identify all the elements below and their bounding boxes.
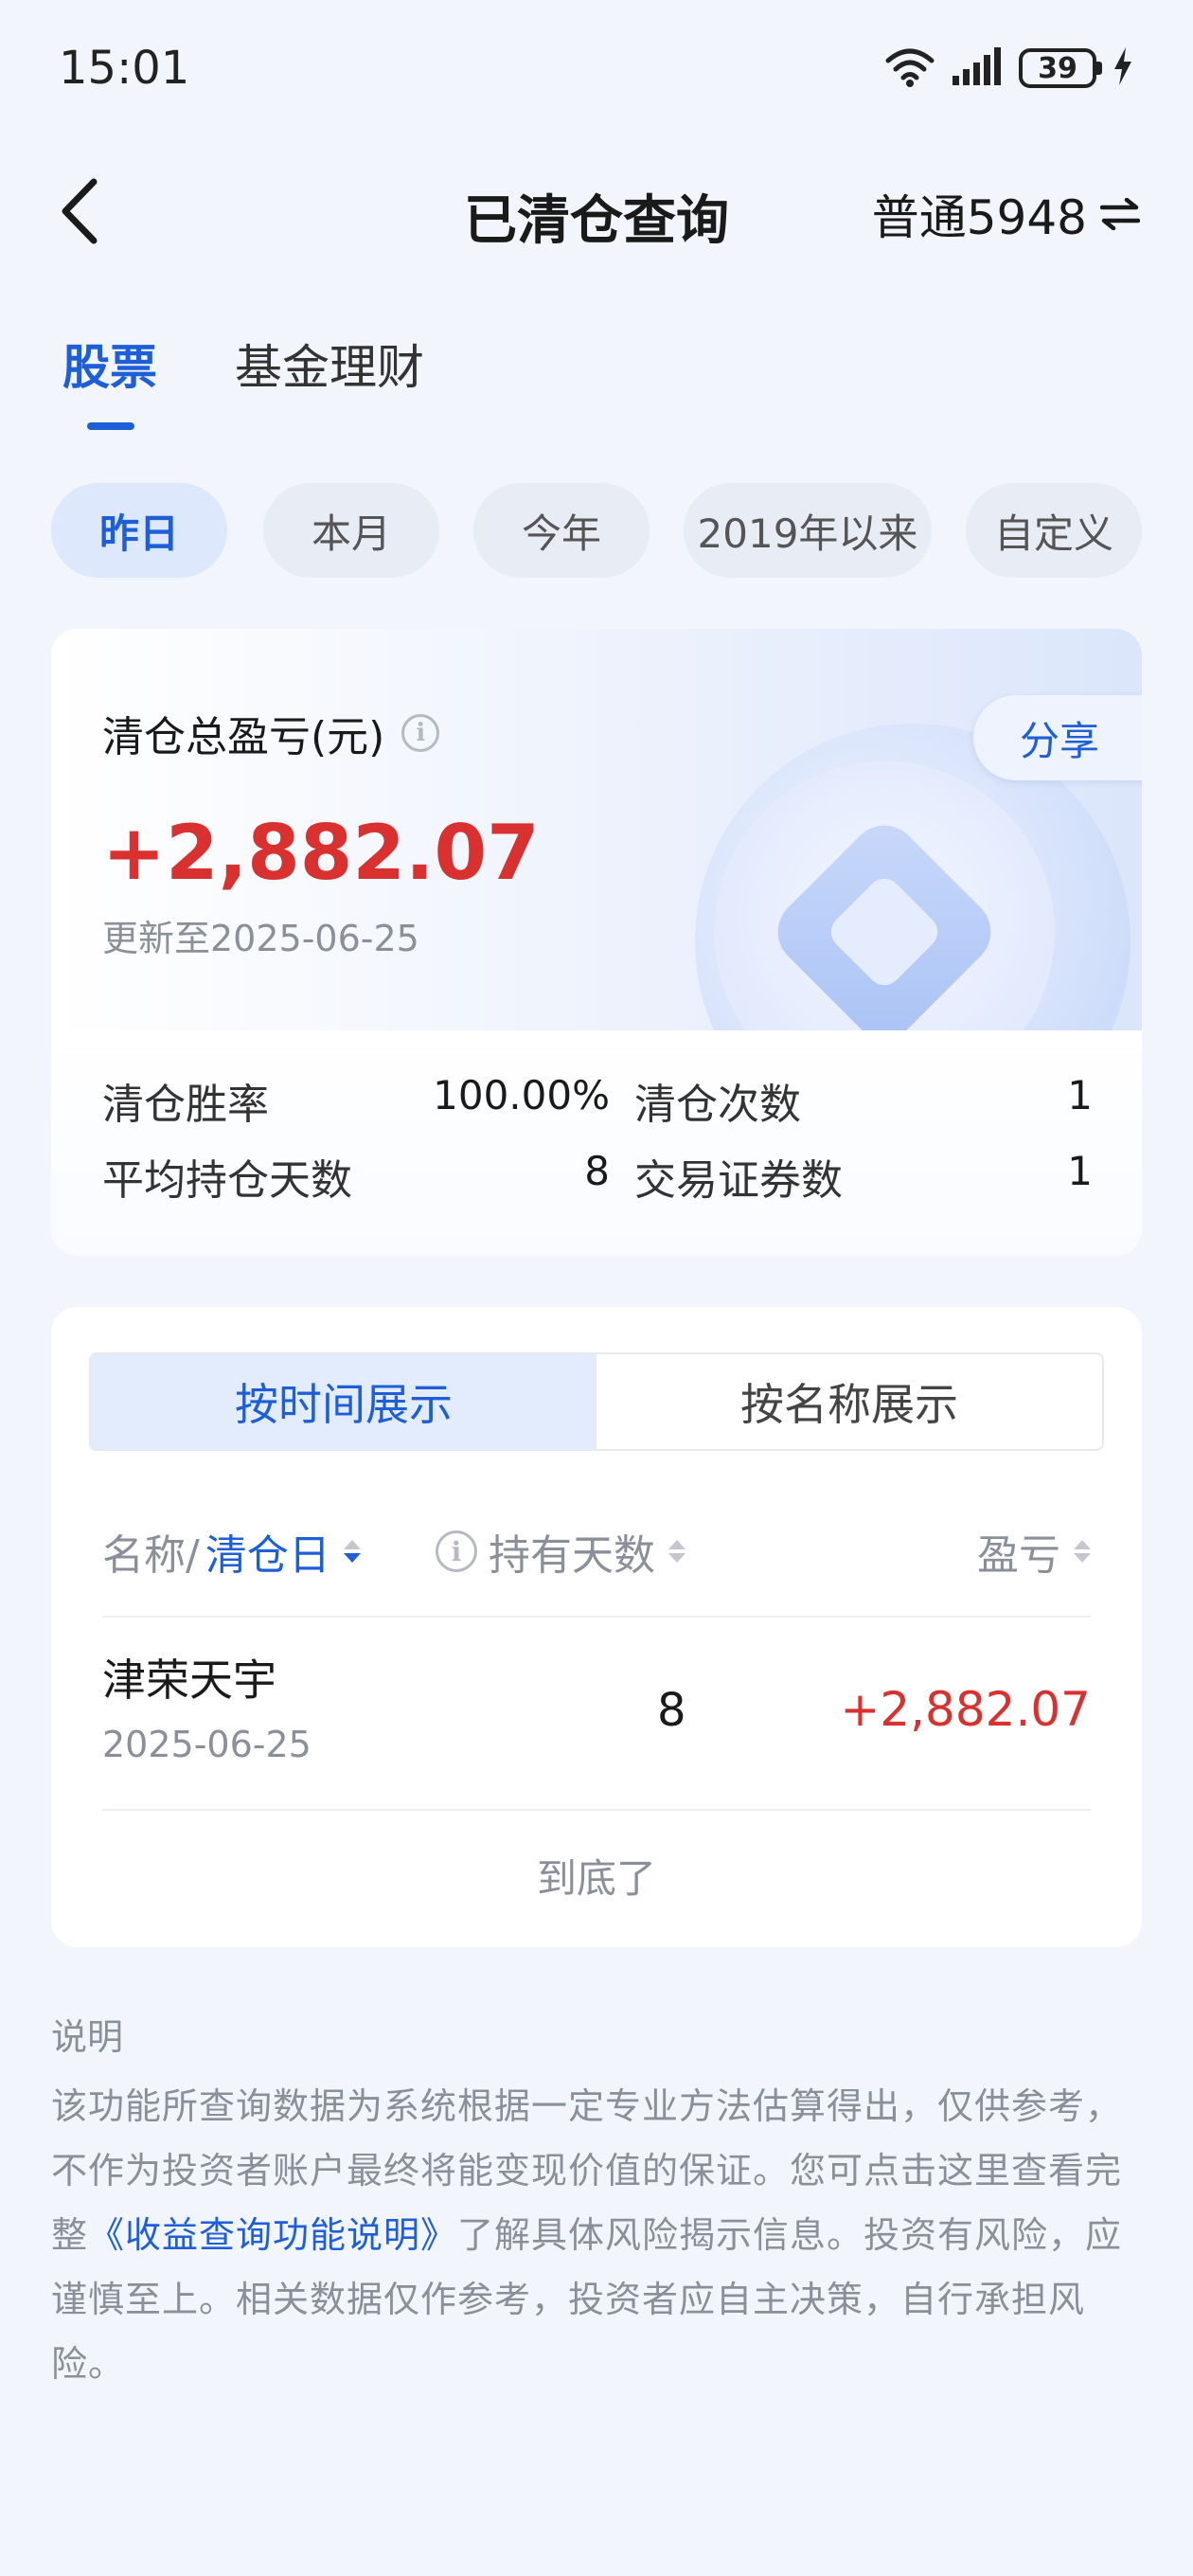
total-pnl-label: 清仓总盈亏(元) [102, 713, 385, 761]
summary-card: 分享 清仓总盈亏(元) i +2,882.07 更新至2025-06-25 清仓… [51, 629, 1142, 1256]
row-stock-name: 津荣天宇 [102, 1655, 276, 1706]
notes-title: 说明 [51, 2016, 124, 2058]
signal-icon [951, 45, 1004, 91]
total-pnl-value: +2,882.07 [102, 809, 540, 897]
wifi-icon [884, 45, 935, 91]
detail-card: 按时间展示 按名称展示 名称/清仓日 i 持有天数 盈亏 津荣天宇 2025-0… [51, 1307, 1142, 1947]
status-time: 15:01 [59, 42, 190, 95]
securities-label: 交易证券数 [634, 1156, 843, 1205]
avg-days-label: 平均持仓天数 [102, 1156, 352, 1205]
sort-icon [668, 1540, 686, 1563]
battery-level: 39 [1038, 51, 1077, 85]
tab-indicator [87, 422, 134, 430]
sort-icon [1074, 1540, 1091, 1563]
col-header-days[interactable]: i 持有天数 [436, 1521, 686, 1582]
tab-stocks[interactable]: 股票 [62, 330, 157, 398]
info-icon[interactable]: i [401, 714, 440, 752]
total-pnl-label-row: 清仓总盈亏(元) i [102, 703, 440, 763]
share-button[interactable]: 分享 [973, 695, 1142, 780]
col-header-name[interactable]: 名称/清仓日 [102, 1521, 361, 1582]
tab-funds[interactable]: 基金理财 [235, 330, 424, 398]
avg-days-value: 8 [584, 1148, 610, 1194]
notes-body: 该功能所查询数据为系统根据一定专业方法估算得出，仅供参考，不作为投资者账户最终将… [51, 2074, 1142, 2396]
battery-icon: 39 [1019, 48, 1102, 88]
notes-link[interactable]: 《收益查询功能说明》 [88, 2214, 457, 2256]
col-header-clear-date: 清仓日 [205, 1531, 330, 1580]
status-icons: 39 [884, 42, 1134, 95]
clear-count-label: 清仓次数 [634, 1081, 801, 1129]
period-chip-custom[interactable]: 自定义 [966, 483, 1142, 578]
win-rate-value: 100.00% [433, 1072, 610, 1118]
sort-icon [343, 1540, 361, 1563]
col-header-name-prefix: 名称/ [102, 1531, 200, 1580]
list-end-text: 到底了 [536, 1855, 656, 1902]
clear-count-value: 1 [1067, 1072, 1093, 1118]
charging-icon [1112, 45, 1134, 91]
account-label: 普通5948 [871, 190, 1087, 245]
period-chip-since-2019[interactable]: 2019年以来 [684, 483, 932, 578]
period-chip-yesterday[interactable]: 昨日 [51, 483, 227, 578]
row-clear-date: 2025-06-25 [102, 1724, 312, 1765]
updated-date: 更新至2025-06-25 [102, 918, 419, 959]
info-icon[interactable]: i [436, 1530, 477, 1572]
summary-stats-area [51, 1030, 1142, 1256]
col-header-days-label: 持有天数 [489, 1531, 655, 1580]
display-mode-toggle: 按时间展示 按名称展示 [89, 1352, 1104, 1451]
seg-by-name[interactable]: 按名称展示 [596, 1354, 1102, 1449]
period-chip-this-month[interactable]: 本月 [263, 483, 439, 578]
account-switch[interactable]: 普通5948 [872, 180, 1140, 248]
row-hold-days: 8 [657, 1684, 686, 1737]
swap-icon [1100, 198, 1140, 230]
securities-value: 1 [1067, 1148, 1093, 1194]
divider [102, 1809, 1091, 1811]
win-rate-label: 清仓胜率 [102, 1081, 269, 1129]
col-header-pnl-label: 盈亏 [977, 1531, 1060, 1580]
period-chip-this-year[interactable]: 今年 [473, 483, 650, 578]
seg-by-time[interactable]: 按时间展示 [91, 1354, 596, 1449]
col-header-pnl[interactable]: 盈亏 [977, 1521, 1091, 1582]
row-pnl: +2,882.07 [840, 1682, 1091, 1737]
